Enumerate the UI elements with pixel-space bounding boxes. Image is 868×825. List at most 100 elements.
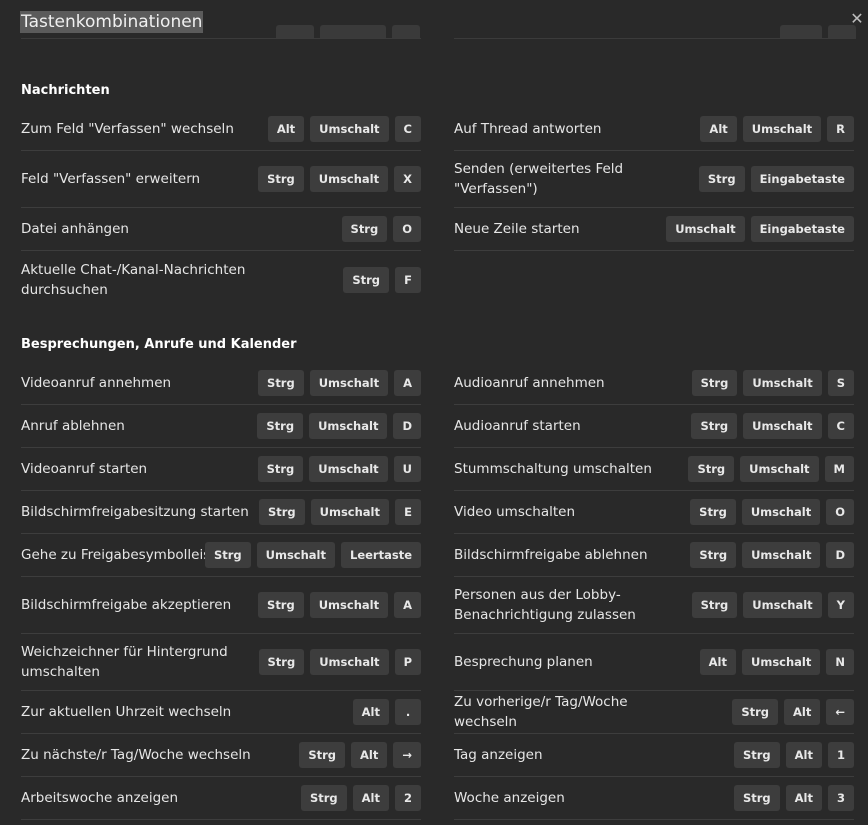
shortcut-row: Zum Feld "Verfassen" wechseln Alt Umschalt…: [21, 108, 421, 151]
shortcut-label: Stummschaltung umschalten: [454, 461, 652, 477]
key-cap: Eingabetaste: [750, 216, 854, 242]
key-cap: D: [826, 542, 854, 568]
shortcut-row: Bildschirmfreigabesitzung starten Strg Ums…: [21, 491, 421, 534]
key-cap: Umschalt: [742, 542, 821, 568]
shortcut-label: Arbeitswoche anzeigen: [21, 790, 179, 806]
key-cap: Strg: [732, 699, 779, 725]
key-cap: A: [394, 592, 421, 618]
key-cap: M: [824, 456, 854, 482]
key-cap: Umschalt: [743, 413, 822, 439]
key-cap: Strg: [258, 649, 305, 675]
key-cap: Strg: [258, 370, 304, 396]
shortcut-row: Senden (erweitertes Feld "Verfassen") Str…: [454, 151, 854, 208]
shortcut-label: Neue Zeile starten: [454, 221, 580, 237]
key-cap: Umschalt: [741, 499, 821, 525]
key-cap: Umschalt: [309, 592, 389, 618]
key-combination: Strg Alt →: [299, 734, 421, 776]
key-combination: Strg Umschalt D: [690, 534, 854, 576]
key-combination: Strg Umschalt S: [691, 362, 854, 404]
key-cap: Strg: [690, 499, 736, 525]
key-cap: Umschalt: [256, 542, 335, 568]
key-cap: Strg: [688, 456, 735, 482]
shortcut-row: Stummschaltung umschalten Strg Umschalt M: [454, 448, 854, 491]
key-cap: Alt: [699, 649, 736, 675]
key-cap: Strg: [691, 413, 738, 439]
key-combination: Strg Umschalt E: [258, 491, 421, 533]
shortcut-label: Auf Thread antworten: [454, 121, 602, 137]
key-cap: C: [827, 413, 854, 439]
key-cap: →: [393, 742, 421, 768]
key-combination: Alt Umschalt N: [699, 634, 854, 690]
key-cap: E: [395, 499, 421, 525]
key-cap: Strg: [258, 592, 304, 618]
key-cap: Umschalt: [742, 649, 821, 675]
shortcut-row: Video umschalten Strg Umschalt O: [454, 491, 854, 534]
key-cap: P: [394, 649, 421, 675]
key-cap: Alt: [352, 699, 389, 725]
key-cap: Alt: [785, 742, 822, 768]
key-cap: Alt: [784, 699, 821, 725]
section-title: Nachrichten: [21, 83, 110, 98]
key-combination: Strg Umschalt P: [258, 634, 421, 690]
shortcut-row: Woche anzeigen Strg Alt 3: [454, 777, 854, 820]
shortcut-label: Zu nächste/r Tag/Woche wechseln: [21, 747, 251, 763]
key-cap: Strg: [698, 166, 745, 192]
shortcut-label: Bildschirmfreigabesitzung starten: [21, 504, 249, 520]
shortcut-row: Auf Thread antworten Alt Umschalt R: [454, 108, 854, 151]
shortcut-row: Audioanruf annehmen Strg Umschalt S: [454, 362, 854, 405]
key-cap: R: [827, 116, 854, 142]
close-icon[interactable]: ✕: [850, 11, 864, 27]
key-combination: Strg Eingabetaste: [698, 151, 854, 207]
key-cap: Strg: [733, 742, 780, 768]
key-fragment: [828, 25, 856, 39]
key-combination: Umschalt Eingabetaste: [666, 208, 854, 250]
key-cap: A: [394, 370, 421, 396]
shortcut-label: Woche anzeigen: [454, 790, 565, 806]
key-cap: O: [826, 499, 854, 525]
shortcut-row: Anruf ablehnen Strg Umschalt D: [21, 405, 421, 448]
shortcut-row: Datei anhängen Strg O: [21, 208, 421, 251]
key-cap: Umschalt: [309, 166, 389, 192]
key-cap: Alt: [351, 742, 388, 768]
shortcut-row: Bildschirmfreigabe akzeptieren Strg Umscha…: [21, 577, 421, 634]
shortcut-row: Zu vorherige/r Tag/Woche wechseln Strg Alt…: [454, 691, 854, 734]
shortcut-row: Videoanruf annehmen Strg Umschalt A: [21, 362, 421, 405]
shortcut-label: Zum Feld "Verfassen" wechseln: [21, 121, 234, 137]
shortcut-label: Senden (erweitertes Feld "Verfassen"): [454, 161, 624, 197]
key-cap: Alt: [352, 785, 389, 811]
key-cap: Umschalt: [666, 216, 745, 242]
key-cap: U: [393, 456, 421, 482]
key-fragment: [780, 25, 822, 39]
key-cap: Umschalt: [740, 456, 819, 482]
shortcut-label: Personen aus der Lobby-Benachrichtigung …: [454, 587, 636, 623]
shortcut-row: Bildschirmfreigabe ablehnen Strg Umschalt D: [454, 534, 854, 577]
key-cap: Umschalt: [310, 116, 389, 142]
key-combination: Alt Umschalt C: [267, 108, 421, 150]
shortcut-label: Audioanruf annehmen: [454, 375, 605, 391]
shortcut-label: Videoanruf starten: [21, 461, 148, 477]
key-combination: Alt Umschalt R: [700, 108, 854, 150]
key-cap: 2: [394, 785, 421, 811]
key-cap: N: [826, 649, 854, 675]
key-cap: S: [827, 370, 854, 396]
key-combination: Strg Alt 2: [300, 777, 421, 819]
key-fragment: [392, 25, 420, 39]
key-combination: Strg Alt 3: [733, 777, 854, 819]
key-combination: Strg Umschalt O: [690, 491, 854, 533]
key-combination: Strg Umschalt Y: [691, 577, 854, 633]
key-combination: Strg Umschalt U: [257, 448, 421, 490]
key-cap: O: [393, 216, 421, 242]
key-cap: Strg: [691, 592, 738, 618]
shortcut-label: Besprechung planen: [454, 654, 593, 670]
shortcut-row: Gehe zu Freigabesymbolleiste Strg Umschalt…: [21, 534, 421, 577]
shortcut-label: Feld "Verfassen" erweitern: [21, 171, 201, 187]
key-cap: Umschalt: [309, 456, 388, 482]
key-cap: Strg: [258, 499, 305, 525]
key-cap: Umschalt: [310, 499, 389, 525]
key-cap: Strg: [691, 370, 738, 396]
key-cap: Umschalt: [743, 370, 822, 396]
key-cap: Strg: [343, 266, 389, 293]
key-cap: C: [394, 116, 421, 142]
key-cap: Umschalt: [742, 116, 822, 142]
key-cap: Strg: [257, 456, 304, 482]
